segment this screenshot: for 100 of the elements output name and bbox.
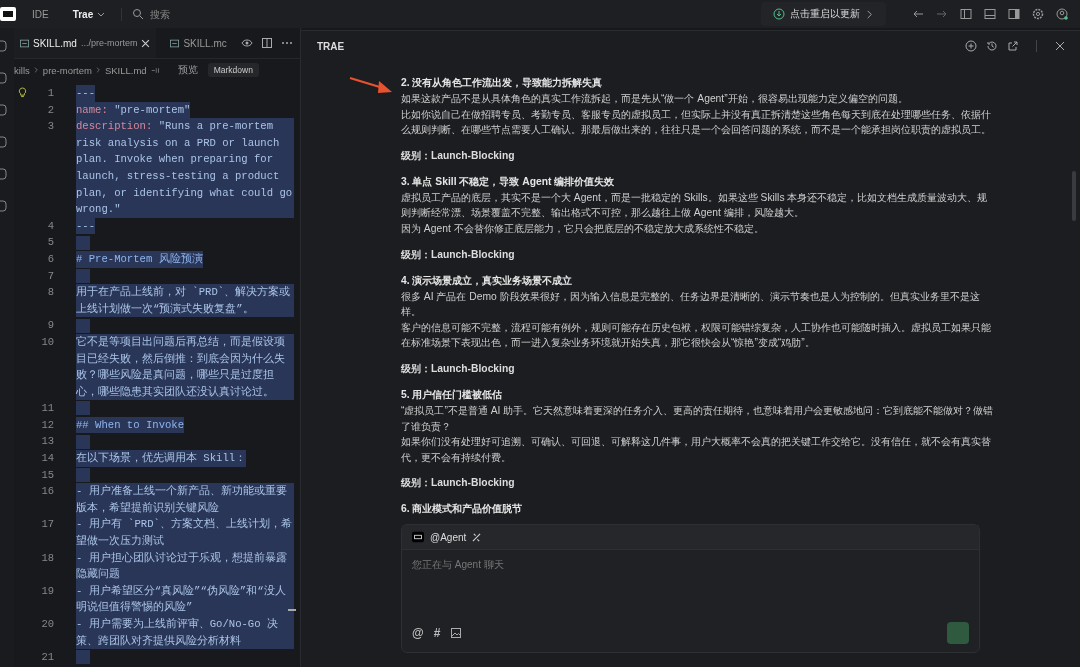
section-heading: 6. 商业模式和产品价值脱节 bbox=[401, 502, 524, 517]
file-tab[interactable]: SKILL.md .../pre-mortem bbox=[14, 28, 157, 58]
section-heading: 4. 演示场景成立，真实业务场景不成立 bbox=[401, 273, 574, 288]
app-logo-icon[interactable] bbox=[0, 7, 16, 21]
symbol-icon bbox=[150, 65, 160, 75]
risk-level: 级别：Launch-Blocking bbox=[401, 361, 516, 376]
breadcrumb-item[interactable]: pre-mortem bbox=[42, 64, 92, 76]
preview-button[interactable]: 预览 bbox=[171, 62, 204, 78]
section-heading: 2. 没有从角色工作流出发，导致能力拆解失真 bbox=[401, 76, 604, 90]
update-button[interactable]: 点击重启以更新 bbox=[761, 2, 886, 26]
settings-icon[interactable] bbox=[1032, 8, 1044, 20]
sidebar-toggle-icon[interactable] bbox=[960, 8, 972, 20]
search-field[interactable]: 搜索 bbox=[148, 7, 233, 21]
selection-highlight bbox=[76, 467, 90, 482]
section-heading: 5. 用户信任门槛被低估 bbox=[401, 387, 504, 402]
line-number: 19 bbox=[40, 583, 55, 599]
file-icon bbox=[20, 38, 29, 48]
line-number: 5 bbox=[46, 235, 55, 251]
file-icon bbox=[170, 38, 180, 48]
section-heading: 3. 单点 Skill 不稳定，导致 Agent 编排价值失效 bbox=[401, 174, 616, 189]
line-number: 12 bbox=[40, 417, 55, 433]
arrow-annotation-icon bbox=[349, 75, 393, 95]
line-number: 13 bbox=[40, 434, 55, 450]
scroll-marker bbox=[288, 609, 296, 611]
agent-icon bbox=[412, 531, 424, 543]
selection-highlight bbox=[76, 401, 90, 416]
line-number: 9 bbox=[46, 318, 55, 334]
line-number: 10 bbox=[40, 334, 55, 350]
split-editor-icon[interactable] bbox=[260, 37, 273, 49]
close-icon[interactable] bbox=[141, 38, 151, 48]
line-number: 14 bbox=[40, 451, 55, 467]
new-chat-icon[interactable] bbox=[965, 40, 977, 52]
agent-name[interactable]: @Agent bbox=[430, 531, 467, 543]
paragraph: 很多 AI 产品在 Demo 阶段效果很好，因为输入信息是完整的、任务边界是清晰的、演示节奏也是人为控制的。但真实业务里不是这样。 bbox=[401, 289, 981, 320]
history-icon[interactable] bbox=[986, 40, 998, 52]
breadcrumb-item[interactable]: kills bbox=[14, 64, 30, 76]
line-number: 2 bbox=[46, 102, 55, 118]
paragraph: 比如你说自己在做招聘专员、考勤专员、客服专员的虚拟员工，但实际上并没有真正拆清楚这些角色每天到底在处理哪些任务、依据什么规则判断、在哪些节点需要人工确认。那最后做出来的，往往只是一个会回答问题的系统，而不是一个能承担岗位职责的虚拟员工。 bbox=[401, 107, 992, 138]
selection-highlight bbox=[76, 268, 90, 283]
tools-icon[interactable] bbox=[472, 532, 482, 542]
activity-bar-icon[interactable] bbox=[0, 72, 10, 84]
caret-icon bbox=[97, 11, 106, 17]
activity-bar-icon[interactable] bbox=[0, 40, 10, 52]
line-number: 15 bbox=[40, 467, 55, 483]
paragraph: 客户的信息可能不完整，流程可能有例外，规则可能存在历史包袱，权限可能错综复杂，人工协作也可能随时插入。虚拟员工如果只能在标准场景下表现出色，而一进入复杂业务环境就开始失真，那它很快会从“惊艳”变成“鸡肋”。 bbox=[401, 320, 992, 351]
image-icon[interactable] bbox=[450, 627, 463, 639]
risk-level: 级别：Launch-Blocking bbox=[401, 476, 516, 491]
selection-highlight bbox=[76, 434, 90, 449]
line-number: 21 bbox=[40, 650, 55, 666]
chat-input[interactable]: @Agent 您正在与 Agent 聊天 @ # bbox=[401, 524, 980, 653]
line-number: 11 bbox=[40, 401, 55, 417]
bottom-panel-icon[interactable] bbox=[984, 8, 996, 20]
line-number: 18 bbox=[40, 550, 55, 566]
risk-level: 级别：Launch-Blocking bbox=[401, 148, 516, 163]
activity-bar-icon[interactable] bbox=[0, 200, 10, 212]
line-number: 7 bbox=[46, 268, 55, 284]
mode-tab[interactable]: IDE bbox=[24, 4, 57, 24]
paragraph: 如果这款产品不是从具体角色的真实工作流拆起，而是先从“做一个 Agent”开始，很容易出现能力定义偏空的问题。 bbox=[401, 92, 909, 106]
line-number: 8 bbox=[46, 285, 55, 301]
forward-icon[interactable] bbox=[936, 8, 948, 20]
activity-bar-icon[interactable] bbox=[0, 136, 10, 148]
chat-tool-button[interactable]: @ bbox=[412, 626, 424, 640]
search-icon bbox=[132, 8, 145, 20]
risk-level: 级别：Launch-Blocking bbox=[401, 247, 516, 262]
line-number: 16 bbox=[40, 484, 55, 500]
chevron-icon bbox=[865, 9, 874, 19]
selection-highlight bbox=[76, 318, 90, 333]
close-icon[interactable] bbox=[1054, 40, 1066, 52]
breadcrumb-item[interactable]: SKILL.md bbox=[104, 64, 147, 76]
open-external-icon[interactable] bbox=[1007, 40, 1019, 52]
chevron-icon bbox=[95, 66, 101, 74]
preview-eye-icon[interactable] bbox=[240, 37, 253, 49]
download-icon bbox=[773, 8, 785, 20]
paragraph: 虚拟员工产品的底层，其实不是一个大 Agent，而是一批稳定的 Skills。如果这些 Skills 本身还不稳定，比如文档生成质量波动大、规则判断经常漂、场景覆盖不完整、输出格式不可控，那么越往上做 Agent 编排，风险越大。 bbox=[401, 190, 989, 221]
selection-highlight bbox=[76, 650, 90, 665]
paragraph: 因为 Agent 不会替你修正底层能力，它只会把底层的不稳定放大成系统性不稳定。 bbox=[401, 221, 765, 236]
chevron-icon bbox=[33, 66, 39, 74]
line-number: 17 bbox=[40, 517, 55, 533]
activity-bar-icon[interactable] bbox=[0, 168, 10, 180]
line-number: 6 bbox=[46, 251, 55, 267]
paragraph: 如果你们没有处理好可追溯、可确认、可回退、可解释这几件事，用户大概率不会真的把关键工作交给它。没有信任，就不会有真实替代，更不会有持续付费。 bbox=[401, 435, 992, 465]
line-number: 1 bbox=[46, 86, 55, 101]
language-button[interactable]: Markdown bbox=[207, 63, 259, 77]
project-dropdown[interactable]: Trae bbox=[64, 4, 114, 24]
file-tab[interactable]: SKILL.mc bbox=[164, 28, 233, 58]
line-number: 3 bbox=[46, 119, 55, 135]
back-icon[interactable] bbox=[912, 8, 924, 20]
file-name: SKILL.mc bbox=[183, 37, 227, 49]
chat-tool-button[interactable]: # bbox=[433, 626, 441, 640]
selection-highlight bbox=[76, 235, 90, 250]
file-path: .../pre-mortem bbox=[80, 38, 138, 48]
right-panel-icon[interactable] bbox=[1008, 8, 1020, 20]
account-icon[interactable] bbox=[1056, 8, 1068, 20]
line-number: 4 bbox=[46, 218, 55, 234]
lightbulb-icon[interactable] bbox=[17, 87, 27, 98]
line-number: 20 bbox=[40, 617, 55, 632]
panel-title: TRAE bbox=[317, 40, 345, 52]
activity-bar-icon[interactable] bbox=[0, 104, 10, 116]
file-name: SKILL.md bbox=[33, 37, 77, 49]
paragraph: “虚拟员工”不是普通 AI 助手。它天然意味着更深的任务介入、更高的责任期待，也意味着用户会更敏感地问：它到底能不能做对？做错了谁负责？ bbox=[401, 403, 994, 434]
